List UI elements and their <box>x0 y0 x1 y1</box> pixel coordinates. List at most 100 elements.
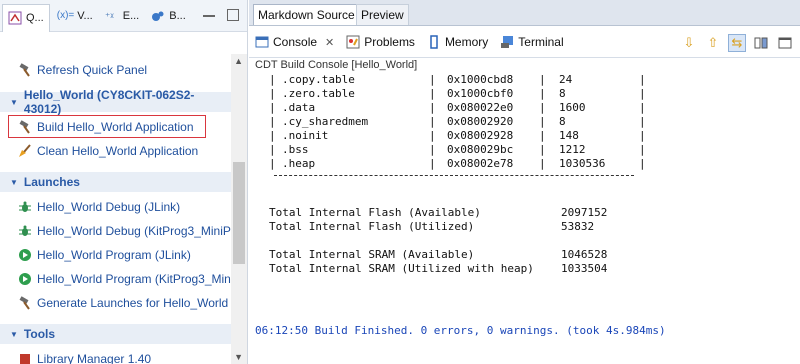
total-value: 2097152 <box>561 206 608 219</box>
project-section-header[interactable]: ▼ Hello_World (CY8CKIT-062S2-43012) <box>0 88 231 116</box>
section-address: 0x08002e78 <box>447 157 514 170</box>
view-menu-icon[interactable] <box>752 34 770 52</box>
column-separator: | <box>539 73 546 86</box>
column-separator: | <box>269 129 276 142</box>
tab-breakpoints[interactable]: B... <box>146 3 191 29</box>
left-view-tabs: Q... (x)= V... ⁺ᵡ E... B... <box>0 0 247 32</box>
tab-preview[interactable]: Preview <box>356 4 409 25</box>
section-address: 0x1000cbf0 <box>447 87 514 100</box>
quick-panel-content: Refresh Quick Panel ▼ Hello_World (CY8CK… <box>0 32 247 364</box>
column-separator: | <box>639 101 646 114</box>
column-separator: | <box>539 143 546 156</box>
total-label: Total Internal Flash (Utilized) <box>269 220 475 233</box>
library-icon <box>18 352 32 364</box>
close-icon[interactable]: ✕ <box>325 36 334 49</box>
program-play-icon <box>18 272 32 286</box>
section-size: 24 <box>559 73 573 86</box>
console-icon <box>255 35 269 49</box>
tab-variables[interactable]: (x)= V... <box>52 3 98 29</box>
launch-item[interactable]: Hello_World Debug (JLink) <box>18 198 180 216</box>
section-size: 8 <box>559 87 566 100</box>
link-with-editor-icon[interactable]: ⇆ <box>728 34 746 52</box>
generate-launches-link[interactable]: Generate Launches for Hello_World <box>18 294 228 312</box>
scroll-lock-down-icon[interactable]: ⇩ <box>680 34 698 52</box>
section-address: 0x08002928 <box>447 129 514 142</box>
total-value: 1033504 <box>561 262 608 275</box>
tab-problems[interactable]: Problems <box>346 35 415 49</box>
scrollbar-thumb[interactable] <box>233 162 245 264</box>
column-separator: | <box>539 157 546 170</box>
console-output[interactable]: | .copy.table | 0x1000cbd8 | 24 | | .zero.table |… <box>249 72 800 364</box>
memory-total-row: Total Internal Flash (Available) 2097152 <box>269 206 607 220</box>
memory-total-row: Total Internal Flash (Utilized) 53832 <box>269 220 594 234</box>
tab-expressions[interactable]: ⁺ᵡ E... <box>100 3 145 29</box>
breakpoints-icon <box>151 9 165 23</box>
refresh-quick-panel-link[interactable]: Refresh Quick Panel <box>18 61 147 79</box>
scroll-lock-up-icon[interactable]: ⇧ <box>704 34 722 52</box>
collapse-triangle-icon: ▼ <box>10 97 18 107</box>
section-size: 1212 <box>559 143 586 156</box>
launch-item[interactable]: Hello_World Program (JLink) <box>18 246 191 264</box>
program-play-icon <box>18 248 32 262</box>
tool-item[interactable]: Library Manager 1.40 <box>18 350 151 364</box>
section-address: 0x080029bc <box>447 143 514 156</box>
debug-bug-icon <box>18 200 32 214</box>
column-separator: | <box>269 73 276 86</box>
clean-application-link[interactable]: Clean Hello_World Application <box>18 142 198 160</box>
section-name: .zero.table <box>282 87 355 100</box>
column-separator: | <box>639 129 646 142</box>
collapse-triangle-icon: ▼ <box>10 177 18 187</box>
column-separator: | <box>539 101 546 114</box>
column-separator: | <box>539 115 546 128</box>
quick-panel-scrollbar[interactable]: ▲ ▼ <box>231 54 247 364</box>
section-address: 0x08002920 <box>447 115 514 128</box>
column-separator: | <box>429 143 436 156</box>
tab-console[interactable]: Console ✕ <box>255 35 334 49</box>
memory-total-row: Total Internal SRAM (Available) 1046528 <box>269 248 607 262</box>
scroll-down-icon[interactable]: ▼ <box>234 352 243 362</box>
column-separator: | <box>269 115 276 128</box>
tab-memory[interactable]: Memory <box>427 35 488 49</box>
tab-quick-panel[interactable]: Q... <box>2 3 50 32</box>
console-title: CDT Build Console [Hello_World] <box>255 59 418 71</box>
hammer-icon <box>18 120 32 134</box>
total-label: Total Internal Flash (Available) <box>269 206 481 219</box>
column-separator: | <box>429 87 436 100</box>
quick-panel-view: Q... (x)= V... ⁺ᵡ E... B... Refresh Quic… <box>0 0 248 364</box>
maximize-icon[interactable] <box>776 34 794 52</box>
memory-total-row: Total Internal SRAM (Utilized with heap)… <box>269 262 607 276</box>
debug-bug-icon <box>18 224 32 238</box>
tab-markdown-source[interactable]: Markdown Source <box>253 4 360 25</box>
column-separator: | <box>639 87 646 100</box>
tab-terminal[interactable]: Terminal <box>500 35 564 49</box>
problems-icon <box>346 35 360 49</box>
launch-item[interactable]: Hello_World Debug (KitProg3_MiniPr <box>18 222 235 240</box>
launch-item[interactable]: Hello_World Program (KitProg3_Mini <box>18 270 234 288</box>
column-separator: | <box>269 157 276 170</box>
scroll-up-icon[interactable]: ▲ <box>234 56 243 66</box>
section-size: 8 <box>559 115 566 128</box>
variables-icon: (x)= <box>56 10 75 21</box>
minimize-icon[interactable] <box>203 9 215 17</box>
build-application-link[interactable]: Build Hello_World Application <box>18 118 194 136</box>
launches-section-header[interactable]: ▼ Launches <box>0 172 231 192</box>
hammer-icon <box>18 296 32 310</box>
broom-icon <box>18 144 32 158</box>
column-separator: | <box>429 115 436 128</box>
section-name: .bss <box>282 143 309 156</box>
maximize-icon[interactable] <box>227 9 239 21</box>
console-tab-bar: Console ✕ Problems Memory Terminal ⇩ ⇧ ⇆ <box>249 27 800 58</box>
tools-section-header[interactable]: ▼ Tools <box>0 324 231 344</box>
section-size: 1030536 <box>559 157 606 170</box>
section-name: .copy.table <box>282 73 355 86</box>
column-separator: | <box>429 101 436 114</box>
editor-tab-bar: Markdown Source Preview <box>249 0 800 26</box>
hammer-icon <box>18 63 32 77</box>
column-separator: | <box>429 157 436 170</box>
build-status-line: 06:12:50 Build Finished. 0 errors, 0 war… <box>255 324 666 337</box>
column-separator: | <box>539 129 546 142</box>
section-size: 1600 <box>559 101 586 114</box>
total-label: Total Internal SRAM (Utilized with heap) <box>269 262 534 275</box>
section-name: .noinit <box>282 129 329 142</box>
total-label: Total Internal SRAM (Available) <box>269 248 475 261</box>
